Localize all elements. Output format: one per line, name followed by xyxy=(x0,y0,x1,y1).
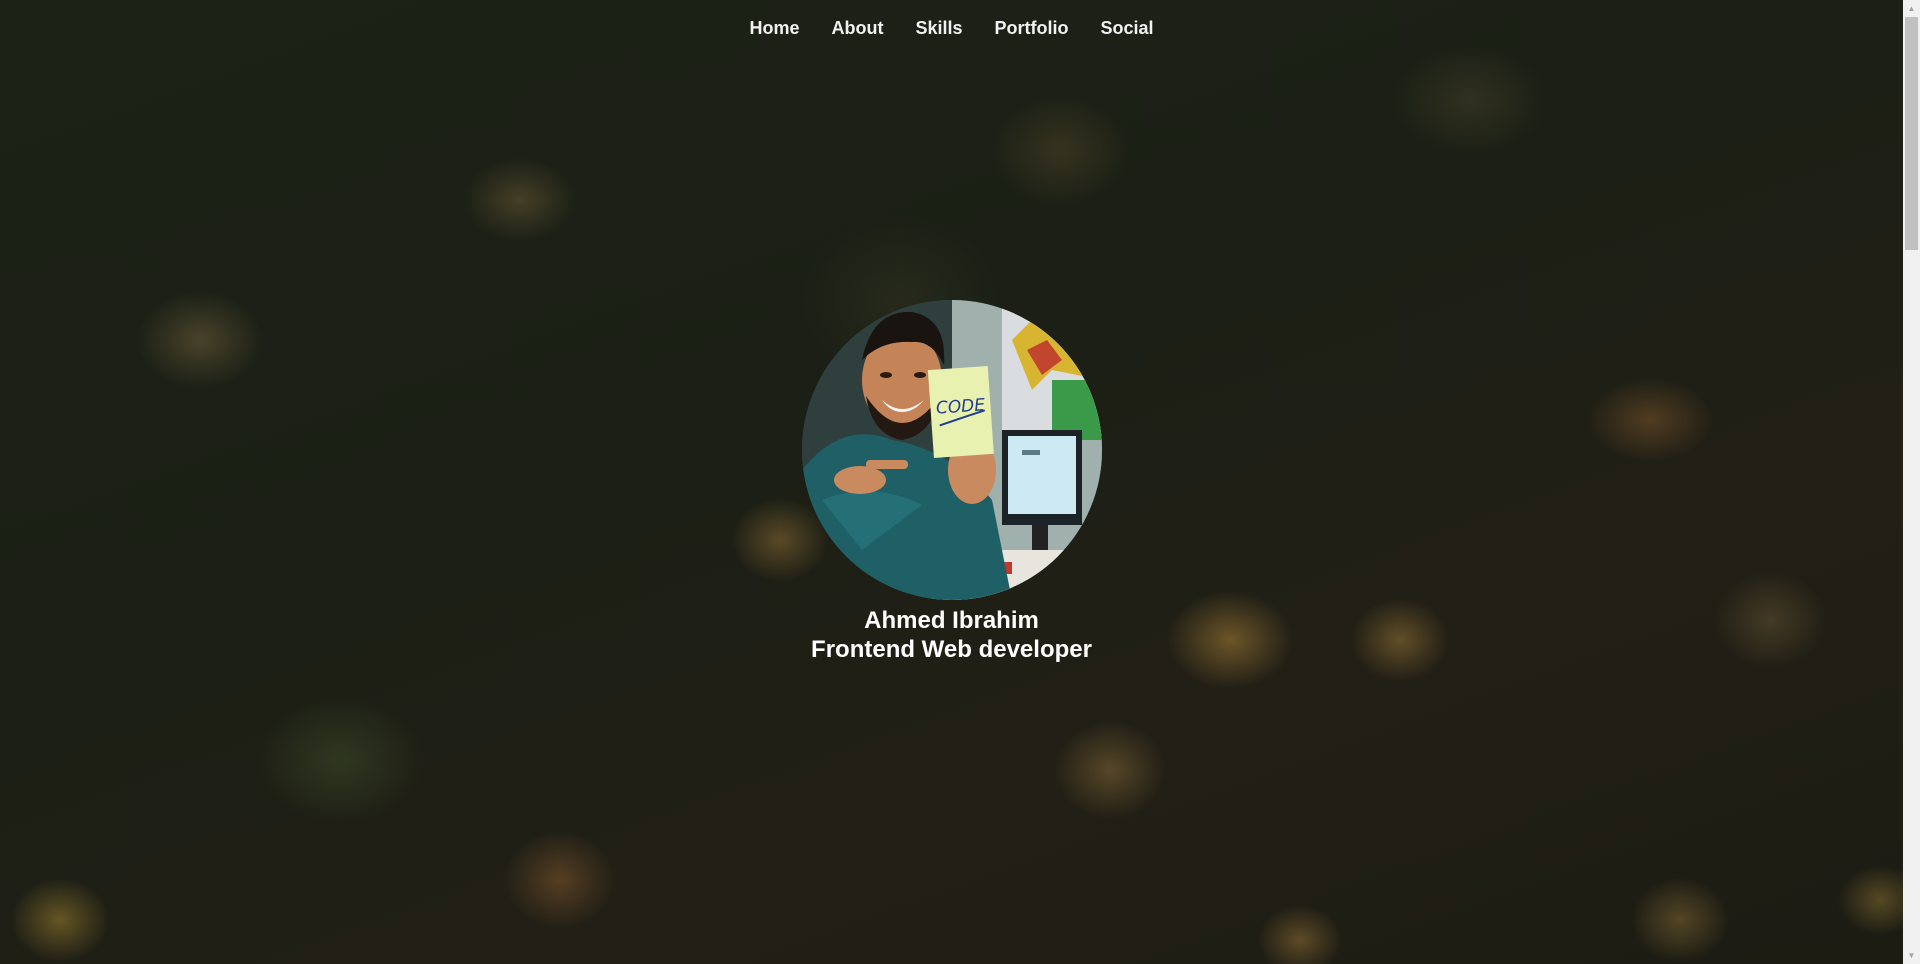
nav-link-social[interactable]: Social xyxy=(1085,18,1170,39)
nav-link-skills[interactable]: Skills xyxy=(899,18,978,39)
profile-name: Ahmed Ibrahim xyxy=(864,607,1039,634)
scrollbar-thumb[interactable] xyxy=(1905,17,1918,250)
triangle-down-icon[interactable]: ▼ xyxy=(1903,947,1920,964)
hero-background: Home About Skills Portfolio Social CODE … xyxy=(0,0,1903,964)
nav-link-home[interactable]: Home xyxy=(733,18,815,39)
hero-section: CODE Ahmed Ibrahim Frontend Web develope… xyxy=(0,300,1903,664)
profile-photo-illustration: CODE xyxy=(801,300,1102,600)
vertical-scrollbar[interactable]: ▲ ▼ xyxy=(1903,0,1920,964)
top-navigation: Home About Skills Portfolio Social xyxy=(0,0,1903,56)
triangle-up-icon[interactable]: ▲ xyxy=(1903,0,1920,17)
nav-link-portfolio[interactable]: Portfolio xyxy=(979,18,1085,39)
profile-avatar: CODE xyxy=(801,300,1102,600)
profile-role: Frontend Web developer xyxy=(811,636,1092,663)
sticky-note-text: CODE xyxy=(935,395,986,418)
nav-link-about[interactable]: About xyxy=(815,18,899,39)
